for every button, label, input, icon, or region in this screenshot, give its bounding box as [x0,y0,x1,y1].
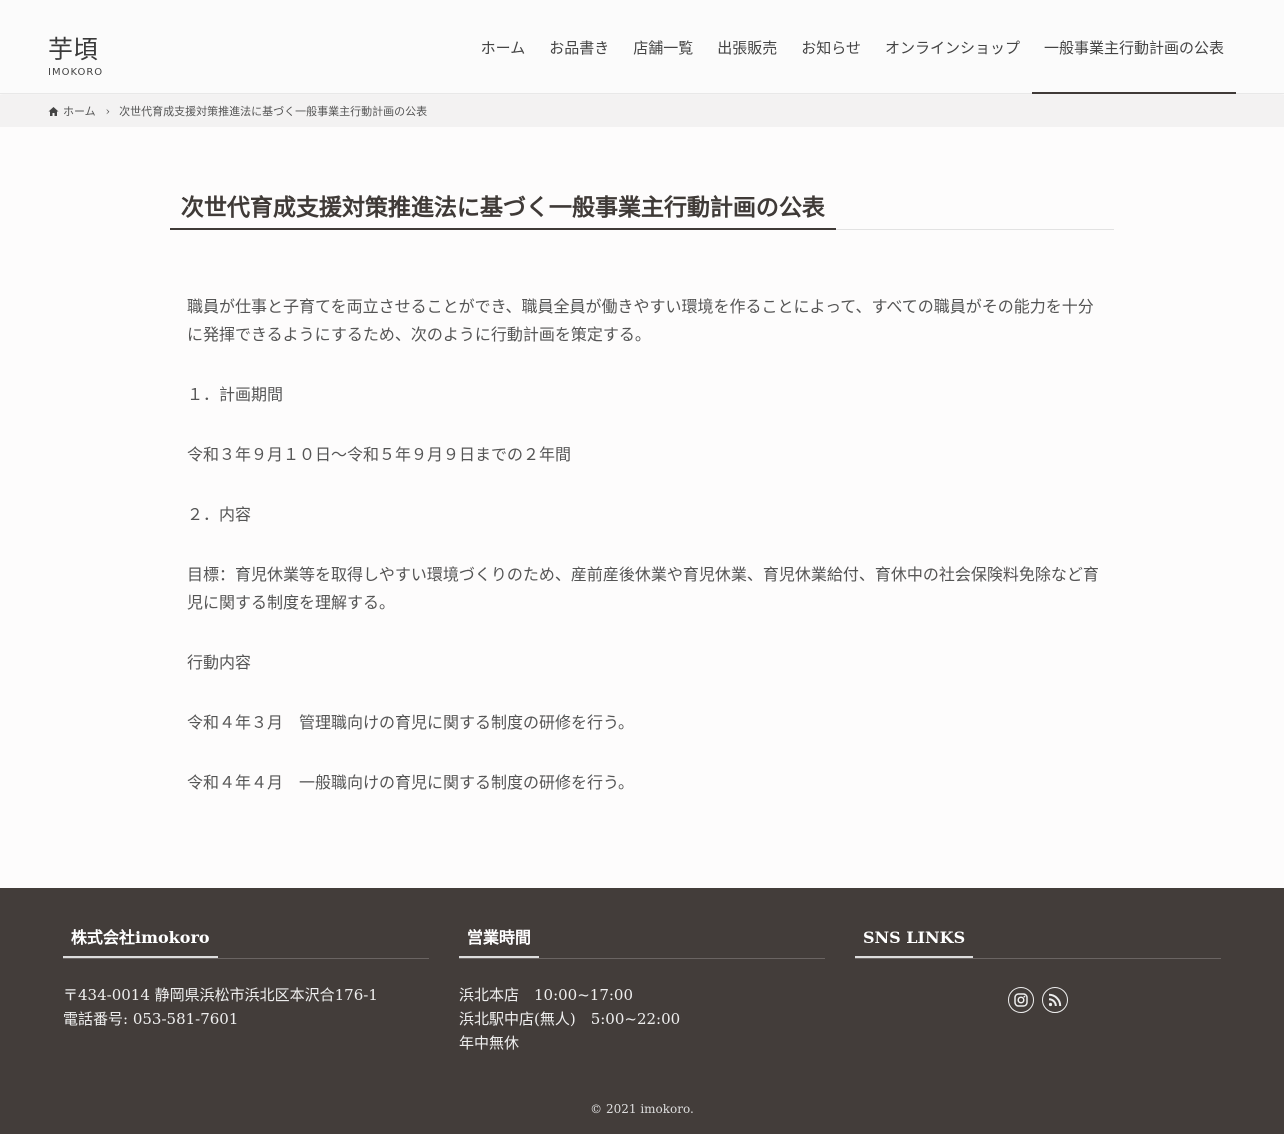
main-nav: ホーム お品書き 店舗一覧 出張販売 お知らせ オンラインショップ 一般事業主行… [469,0,1237,94]
actions-heading: 行動内容 [187,653,252,672]
footer-hours-title: 営業時間 [459,926,540,958]
footer-hours: 営業時間 浜北本店 10:00~17:00 浜北駅中店(無人) 5:00~22:… [459,922,825,1055]
action-item: 令和４年３月 管理職向けの育児に関する制度の研修を行う。 [187,713,635,732]
site-logo[interactable]: 芋頃 IMOKORO [48,36,112,80]
company-phone: 電話番号: 053-581-7601 [63,1010,239,1028]
breadcrumb: ホーム › 次世代育成支援対策推進法に基づく一般事業主行動計画の公表 [0,95,1284,127]
footer-sns-title: SNS LINKS [855,926,974,958]
sns-links [855,959,1221,1013]
copyright: © 2021 imokoro. [590,1102,694,1116]
section-heading-content: ２．内容 [187,505,252,524]
breadcrumb-current: 次世代育成支援対策推進法に基づく一般事業主行動計画の公表 [119,105,428,118]
breadcrumb-home-link[interactable]: ホーム [63,103,96,119]
footer-company-head: 株式会社imokoro [63,922,429,959]
logo-roman: IMOKORO [48,67,104,78]
main-content: 次世代育成支援対策推進法に基づく一般事業主行動計画の公表 職員が仕事と子育てを両… [170,180,1114,792]
rss-icon[interactable] [1042,987,1068,1013]
goal-paragraph: 目標：育児休業等を取得しやすい環境づくりのため、産前産後休業や育児休業、育児休業… [187,565,1099,612]
section-heading-period: １．計画期間 [187,385,284,404]
home-icon [48,106,59,117]
nav-item-online-shop[interactable]: オンラインショップ [873,0,1032,94]
footer-hours-body: 浜北本店 10:00~17:00 浜北駅中店(無人) 5:00~22:00 年中… [459,959,825,1055]
footer-company: 株式会社imokoro 〒434-0014 静岡県浜松市浜北区本沢合176-1 … [63,922,429,1031]
site-header: 芋頃 IMOKORO ホーム お品書き 店舗一覧 出張販売 お知らせ オンライン… [0,0,1284,94]
instagram-icon[interactable] [1008,987,1034,1013]
logo-kanji: 芋頃 [48,35,99,64]
hours-line: 年中無休 [459,1034,520,1052]
nav-item-home[interactable]: ホーム [469,0,538,94]
footer-sns: SNS LINKS [855,922,1221,1013]
action-item: 令和４年４月 一般職向けの育児に関する制度の研修を行う。 [187,773,635,792]
plan-period: 令和３年９月１０日～令和５年９月９日までの２年間 [187,445,572,464]
page-title-wrap: 次世代育成支援対策推進法に基づく一般事業主行動計画の公表 [170,180,1114,230]
footer-hours-head: 営業時間 [459,922,825,959]
nav-item-news[interactable]: お知らせ [789,0,873,94]
footer-company-body: 〒434-0014 静岡県浜松市浜北区本沢合176-1 電話番号: 053-58… [63,959,429,1031]
nav-item-action-plan[interactable]: 一般事業主行動計画の公表 [1031,0,1237,94]
company-address: 〒434-0014 静岡県浜松市浜北区本沢合176-1 [63,986,378,1004]
hours-line: 浜北駅中店(無人) 5:00~22:00 [459,1010,681,1028]
nav-item-stores[interactable]: 店舗一覧 [621,0,705,94]
site-footer: 株式会社imokoro 〒434-0014 静岡県浜松市浜北区本沢合176-1 … [0,888,1284,1134]
chevron-right-icon: › [105,104,111,118]
footer-sns-head: SNS LINKS [855,922,1221,959]
article-body: 職員が仕事と子育てを両立させることができ、職員全員が働きやすい環境を作ることによ… [187,293,1102,829]
intro-paragraph: 職員が仕事と子育てを両立させることができ、職員全員が働きやすい環境を作ることによ… [187,297,1094,344]
page-title: 次世代育成支援対策推進法に基づく一般事業主行動計画の公表 [170,192,836,230]
nav-item-menu[interactable]: お品書き [537,0,621,94]
nav-item-mobile-sales[interactable]: 出張販売 [705,0,789,94]
hours-line: 浜北本店 10:00~17:00 [459,986,634,1004]
footer-company-title: 株式会社imokoro [63,926,218,958]
